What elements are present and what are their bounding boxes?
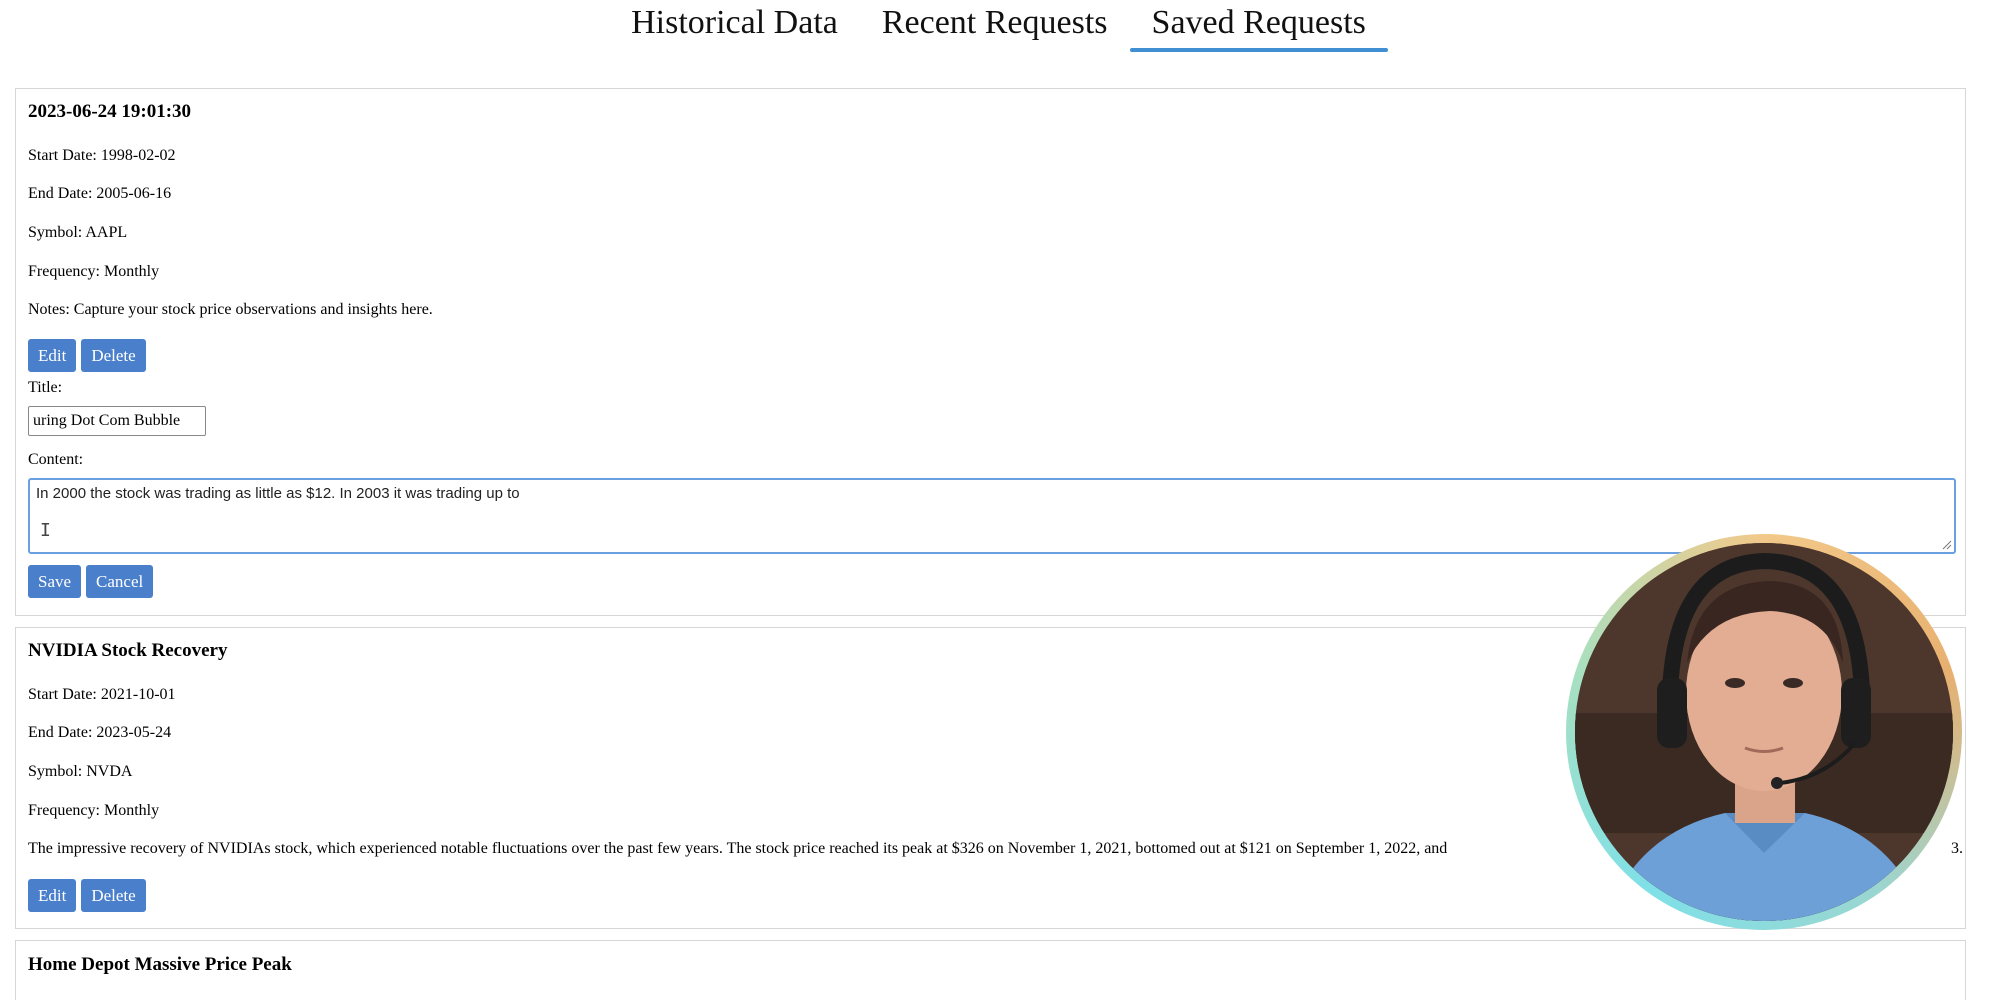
tab-recent-requests[interactable]: Recent Requests: [860, 0, 1130, 50]
frequency: Frequency: Monthly: [28, 802, 160, 819]
cancel-button[interactable]: Cancel: [86, 565, 154, 598]
end-date: End Date: 2005-06-16: [28, 185, 172, 202]
saved-request-card-1: 2023-06-24 19:01:30 Start Date: 1998-02-…: [15, 88, 1966, 616]
card-title: NVIDIA Stock Recovery: [28, 640, 228, 661]
saved-request-card-3: Home Depot Massive Price Peak: [15, 940, 1966, 1000]
content-textarea-value: In 2000 the stock was trading as little …: [36, 485, 520, 502]
resize-grip-icon[interactable]: [1940, 538, 1952, 550]
start-date: Start Date: 1998-02-02: [28, 147, 176, 164]
card-actions: Edit Delete: [28, 879, 151, 912]
notes: Notes: Capture your stock price observat…: [28, 301, 433, 318]
tab-historical-data[interactable]: Historical Data: [609, 0, 860, 50]
notes-end: 3.: [1951, 840, 1963, 857]
webcam-overlay: [1566, 534, 1962, 930]
presenter-video: [1575, 543, 1953, 921]
delete-button[interactable]: Delete: [81, 879, 146, 912]
title-input-value: uring Dot Com Bubble: [33, 412, 181, 429]
edit-actions: Save Cancel: [28, 565, 158, 598]
start-date: Start Date: 2021-10-01: [28, 686, 176, 703]
save-button[interactable]: Save: [28, 565, 82, 598]
delete-button[interactable]: Delete: [81, 339, 146, 372]
content-textarea[interactable]: In 2000 the stock was trading as little …: [28, 478, 1956, 554]
frequency: Frequency: Monthly: [28, 263, 160, 280]
edit-button[interactable]: Edit: [28, 879, 77, 912]
notes: The impressive recovery of NVIDIAs stock…: [28, 840, 1448, 857]
tab-saved-requests[interactable]: Saved Requests: [1129, 0, 1389, 52]
title-input[interactable]: uring Dot Com Bubble: [28, 406, 206, 436]
tab-bar: Historical Data Recent Requests Saved Re…: [0, 0, 1997, 56]
presenter-image: [1575, 543, 1953, 921]
card-title: 2023-06-24 19:01:30: [28, 101, 192, 122]
symbol: Symbol: AAPL: [28, 224, 128, 241]
text-cursor-icon: I: [40, 520, 51, 541]
end-date: End Date: 2023-05-24: [28, 724, 172, 741]
card-title: Home Depot Massive Price Peak: [28, 954, 292, 975]
symbol: Symbol: NVDA: [28, 763, 133, 780]
title-label: Title:: [28, 379, 63, 396]
card-actions: Edit Delete: [28, 339, 151, 372]
content-label: Content:: [28, 451, 84, 468]
edit-button[interactable]: Edit: [28, 339, 77, 372]
